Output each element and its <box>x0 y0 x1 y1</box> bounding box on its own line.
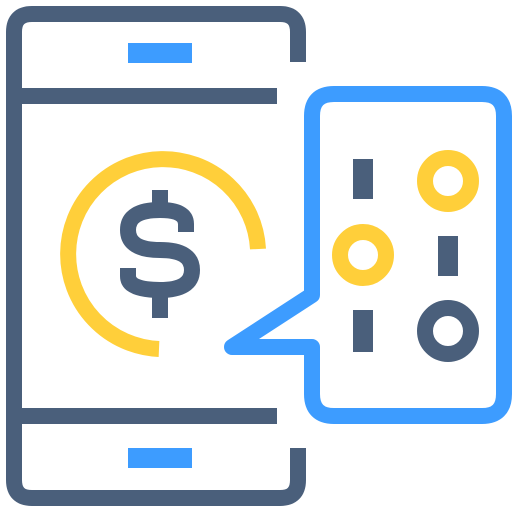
bit-bar-icon <box>353 159 373 199</box>
phone-home-button-icon <box>128 448 192 468</box>
phone-speaker-icon <box>128 43 192 63</box>
mobile-payment-icon <box>0 0 512 512</box>
dollar-sign-icon <box>119 190 200 318</box>
speech-bubble-icon <box>224 86 512 424</box>
bit-bar-icon <box>353 310 373 352</box>
bit-circle-yellow-icon <box>417 150 479 212</box>
mobile-payment-illustration <box>6 6 512 506</box>
bit-bar-icon <box>438 236 458 276</box>
bit-circle-dark-icon <box>417 300 479 362</box>
bit-circle-yellow-icon <box>332 224 394 286</box>
